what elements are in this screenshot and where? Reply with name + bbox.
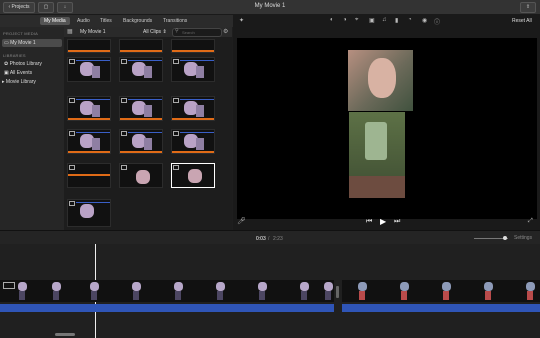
clip-thumbnail[interactable]: [119, 39, 163, 53]
sidebar: PROJECT MEDIA ▭ My Movie 1 LIBRARIES ✿ P…: [0, 27, 64, 230]
fullscreen-icon[interactable]: ⤢: [528, 218, 533, 225]
clip-thumbnail[interactable]: [67, 39, 111, 53]
photos-icon: ✿: [4, 61, 9, 67]
sidebar-item-label: Photos Library: [9, 61, 42, 67]
clip-filter-value: All Clips: [143, 29, 162, 35]
chevron-updown-icon: ⇕: [162, 29, 167, 35]
skip-forward-icon[interactable]: ⏭︎: [394, 218, 400, 226]
grid-view-icon[interactable]: ▦: [67, 28, 73, 35]
video-clip-strip[interactable]: [0, 280, 334, 302]
audio-track[interactable]: [342, 304, 540, 312]
sidebar-item-movie-library[interactable]: ▸ Movie Library: [2, 78, 36, 86]
info-icon[interactable]: ⓘ: [434, 17, 440, 26]
clip-thumbnail[interactable]: [67, 129, 111, 154]
horizontal-scrollbar[interactable]: [55, 333, 75, 336]
clip-thumbnail-selected[interactable]: [171, 163, 215, 188]
clip-thumbnail[interactable]: [171, 129, 215, 154]
tab-titles[interactable]: Titles: [96, 17, 116, 25]
browser-title: My Movie 1: [80, 29, 106, 35]
tab-transitions[interactable]: Transitions: [159, 17, 191, 25]
clip-thumbnail[interactable]: [171, 57, 215, 82]
share-button[interactable]: ⇧: [520, 2, 536, 13]
speed-icon[interactable]: ◔: [408, 17, 412, 23]
timeline: [0, 244, 540, 338]
clip-thumbnail[interactable]: [67, 199, 111, 227]
browser-settings-icon[interactable]: ⚙: [223, 28, 228, 35]
skip-back-icon[interactable]: ⏮︎: [366, 218, 372, 226]
clip-thumbnail[interactable]: [119, 129, 163, 154]
search-input[interactable]: ⚲ Search: [172, 28, 222, 37]
clip-filter-dropdown[interactable]: All Clips ⇕: [143, 29, 167, 35]
clip-thumbnail[interactable]: [67, 163, 111, 188]
clip-thumbnail[interactable]: [119, 96, 163, 121]
preview-canvas: [237, 38, 537, 219]
viewer: ✦ ◐ ◑ ⌖ ▣ ♫ ▮ ◔ ◉ ⓘ Reset All 🎤︎ ⏮︎ ▶ ⏭︎…: [233, 15, 540, 230]
share-icon: ⇧: [525, 4, 531, 10]
zoom-slider-knob[interactable]: [503, 236, 507, 240]
color-correction-icon[interactable]: ◑: [343, 17, 347, 23]
stabilization-icon[interactable]: ▣: [369, 17, 375, 24]
clip-thumbnail[interactable]: [119, 163, 163, 188]
video-clip-strip[interactable]: [342, 280, 540, 302]
libraries-header: LIBRARIES: [3, 53, 26, 58]
sidebar-item-my-movie[interactable]: ▭ My Movie 1: [2, 39, 62, 47]
tab-my-media[interactable]: My Media: [40, 17, 70, 25]
current-time: 0:03: [256, 236, 266, 242]
settings-button[interactable]: Settings: [514, 235, 532, 241]
sidebar-item-all-events[interactable]: ▣ All Events: [4, 69, 32, 77]
microphone-icon[interactable]: 🎤︎: [237, 217, 246, 225]
tab-audio[interactable]: Audio: [73, 17, 94, 25]
search-icon: ⚲: [175, 28, 179, 34]
clip-label-icon: [3, 282, 15, 289]
timeline-header: 0:03 / 2:23 Settings: [0, 230, 540, 245]
clip-thumbnail[interactable]: [67, 96, 111, 121]
time-separator: /: [268, 236, 270, 242]
crop-icon[interactable]: ⌖: [355, 17, 358, 24]
reset-all-button[interactable]: Reset All: [512, 18, 532, 24]
audio-track[interactable]: [0, 304, 334, 312]
color-balance-icon[interactable]: ◐: [330, 17, 334, 23]
zoom-slider[interactable]: [474, 236, 508, 240]
equalizer-icon[interactable]: ▮: [395, 17, 398, 24]
tab-backgrounds[interactable]: Backgrounds: [119, 17, 156, 25]
magic-wand-icon[interactable]: ✦: [239, 17, 244, 24]
browser-header: ▦ My Movie 1 All Clips ⇕ ⚲ Search ⚙: [64, 27, 232, 37]
events-icon: ▣: [4, 70, 9, 76]
title-bar: ‹ Projects ▢ ↓ My Movie 1 ⇧: [0, 0, 540, 15]
sidebar-item-photos-library[interactable]: ✿ Photos Library: [4, 60, 42, 68]
media-browser: ▦ My Movie 1 All Clips ⇕ ⚲ Search ⚙: [64, 27, 232, 230]
project-icon: ▭: [4, 40, 9, 46]
sidebar-item-label: My Movie 1: [10, 40, 36, 46]
project-media-header: PROJECT MEDIA: [3, 31, 38, 36]
noise-reduction-icon[interactable]: ◉: [422, 17, 427, 24]
sidebar-item-label: Movie Library: [5, 79, 36, 85]
total-time: 2:23: [273, 236, 283, 242]
play-icon[interactable]: ▶: [380, 217, 386, 226]
clip-handle[interactable]: [336, 286, 339, 298]
clip-thumbnail[interactable]: [119, 57, 163, 82]
volume-icon[interactable]: ♫: [382, 17, 387, 23]
clip-thumbnail[interactable]: [67, 57, 111, 82]
preview-image-girl: [349, 112, 405, 198]
clip-thumbnail[interactable]: [171, 96, 215, 121]
search-placeholder: Search: [182, 30, 195, 35]
preview-image-face: [348, 50, 413, 111]
sidebar-item-label: All Events: [9, 70, 33, 76]
window-title: My Movie 1: [254, 3, 286, 9]
clip-thumbnail[interactable]: [171, 39, 215, 53]
disclosure-triangle-icon: ▸: [2, 79, 5, 85]
